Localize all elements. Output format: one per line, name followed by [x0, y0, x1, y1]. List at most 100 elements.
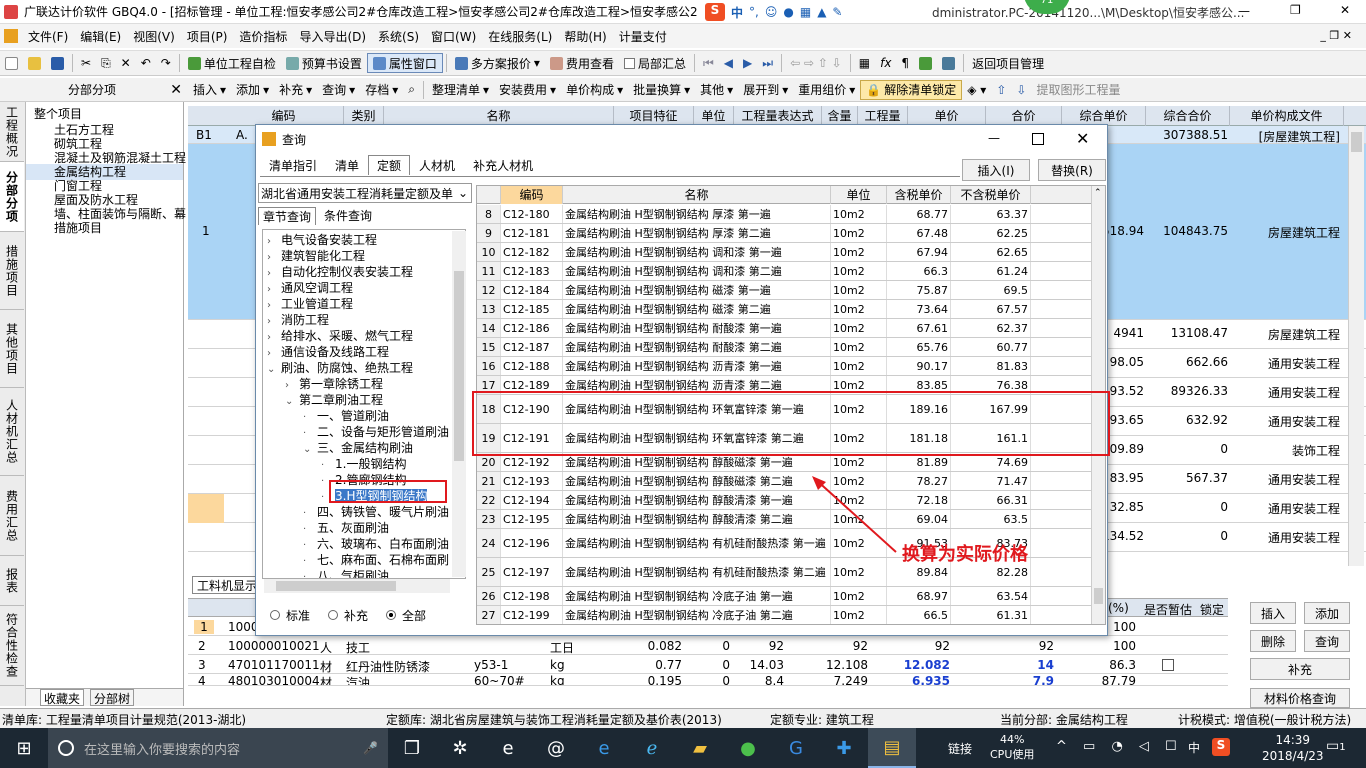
tree-root[interactable]: 整个项目: [26, 106, 183, 122]
tree-node[interactable]: › 通风空调工程: [263, 280, 465, 296]
cut-icon[interactable]: ✂: [76, 53, 96, 73]
col-price-file[interactable]: 单价构成文件: [1230, 106, 1344, 126]
quota-row[interactable]: 18 C12-190 金属结构刷油 H型钢制钢结构 环氧富锌漆 第一遍 10m2 189…: [477, 395, 1097, 424]
tree-close-icon[interactable]: ✕: [170, 82, 182, 98]
quota-row[interactable]: 20 C12-192 金属结构刷油 H型钢制钢结构 醇酸磁漆 第一遍 10m2 81.8…: [477, 453, 1097, 472]
unlock-list-button[interactable]: 🔒 解除清单锁定: [860, 79, 963, 100]
close-icon[interactable]: ✕: [1340, 3, 1350, 17]
tab-labor-summary[interactable]: 人材机汇总: [0, 388, 24, 476]
lower-row[interactable]: 4 480103010004 材 汽油 60~70# kg 0.195 0 8.…: [188, 674, 1228, 686]
gbq-app-icon[interactable]: ▤: [868, 728, 916, 768]
tree-node[interactable]: · 六、玻璃布、白布面刷油: [263, 536, 465, 552]
tree-node[interactable]: ⌄ 第二章刷油工程: [263, 392, 465, 408]
col-type[interactable]: 类别: [344, 106, 384, 126]
menu-measure-pay[interactable]: 计量支付: [613, 28, 673, 45]
quota-row[interactable]: 11 C12-183 金属结构刷油 H型钢制钢结构 调和漆 第二遍 10m2 66.3 6…: [477, 262, 1097, 281]
budget-settings-button[interactable]: 预算书设置: [281, 53, 367, 73]
extract-quantity-button[interactable]: 提取图形工程量: [1031, 80, 1125, 100]
formula-icon[interactable]: fx: [875, 53, 896, 73]
query-menu[interactable]: 查询 ▾: [317, 80, 360, 100]
quota-row[interactable]: 23 C12-195 金属结构刷油 H型钢制钢结构 醇酸清漆 第二遍 10m2 69.0…: [477, 510, 1097, 529]
tab-labor-material[interactable]: 人材机: [410, 155, 464, 175]
tab-list[interactable]: 清单: [326, 155, 368, 175]
col-expr[interactable]: 工程量表达式: [734, 106, 822, 126]
tray-icons[interactable]: ^ ▭ ◔ ◁ ☐: [1056, 739, 1183, 754]
fee-view-button[interactable]: 费用查看: [545, 53, 619, 73]
tree-node[interactable]: · 2.管廊钢结构: [263, 472, 465, 488]
menu-import-export[interactable]: 导入导出(D): [293, 28, 372, 45]
mic-icon[interactable]: 🎤: [363, 741, 378, 755]
menu-view[interactable]: 视图(V): [127, 28, 181, 45]
dialog-maximize-icon[interactable]: [1032, 133, 1044, 145]
tree-node[interactable]: · 八、气柜刷油: [263, 568, 465, 578]
fan-icon[interactable]: ✲: [436, 728, 484, 768]
menu-edit[interactable]: 编辑(E): [74, 28, 127, 45]
tree-node[interactable]: › 工业管道工程: [263, 296, 465, 312]
menu-window[interactable]: 窗口(W): [425, 28, 482, 45]
ime-lang[interactable]: 中: [731, 4, 743, 21]
tab-measures[interactable]: 措施项目: [0, 232, 24, 310]
lower-tab[interactable]: 工料机显示: [192, 576, 263, 594]
lower-query-button[interactable]: 查询: [1304, 630, 1350, 652]
tree-node[interactable]: · 五、灰面刷油: [263, 520, 465, 536]
back-project-button[interactable]: 返回项目管理: [967, 53, 1049, 73]
dialog-replace-button[interactable]: 替换(R): [1038, 159, 1106, 181]
tree-vscroll[interactable]: [452, 231, 466, 577]
nav-next-icon[interactable]: ▶: [738, 53, 757, 73]
expand-to-menu[interactable]: 展开到 ▾: [738, 80, 793, 100]
new-icon[interactable]: [0, 53, 23, 73]
emoji-icon[interactable]: ☺: [765, 5, 778, 19]
col-code[interactable]: 编码: [224, 106, 344, 126]
tray-sogou-icon[interactable]: S: [1212, 738, 1230, 756]
col-unit-price[interactable]: 单价: [908, 106, 986, 126]
radio-supplement[interactable]: 补充: [328, 607, 368, 624]
col-comp-price[interactable]: 综合单价: [1062, 106, 1146, 126]
tree-node[interactable]: › 自动化控制仪表安装工程: [263, 264, 465, 280]
quota-row[interactable]: 22 C12-194 金属结构刷油 H型钢制钢结构 醇酸清漆 第一遍 10m2 72.1…: [477, 491, 1097, 510]
quota-row[interactable]: 19 C12-191 金属结构刷油 H型钢制钢结构 环氧富锌漆 第二遍 10m2 181…: [477, 424, 1097, 453]
section-tree-tab[interactable]: 分部树: [90, 689, 135, 706]
col-feature[interactable]: 项目特征: [614, 106, 694, 126]
tab-supplement-lm[interactable]: 补充人材机: [464, 155, 542, 175]
restore-icon[interactable]: ❐: [1290, 3, 1301, 17]
tab-quota[interactable]: 定额: [368, 155, 411, 175]
ie-icon[interactable]: ℯ: [628, 728, 676, 768]
supplement-menu[interactable]: 补充 ▾: [274, 80, 317, 100]
minimize-icon[interactable]: —: [1238, 4, 1250, 18]
archive-menu[interactable]: 存档 ▾: [360, 80, 403, 100]
tree-node[interactable]: · 1.一般钢结构: [263, 456, 465, 472]
organize-list-menu[interactable]: 整理清单 ▾: [427, 80, 494, 100]
radio-all[interactable]: 全部: [386, 607, 426, 624]
lower-supplement-button[interactable]: 补充: [1250, 658, 1350, 680]
delete-icon[interactable]: ✕: [116, 53, 136, 73]
col-comp-total[interactable]: 综合合价: [1146, 106, 1230, 126]
col-quantity[interactable]: 工程量: [858, 106, 908, 126]
chevron-down-icon[interactable]: ⌄: [285, 394, 299, 410]
multi-plan-button[interactable]: 多方案报价 ▾: [450, 53, 545, 73]
nav-first-icon[interactable]: ⏮: [698, 53, 719, 73]
install-fee-menu[interactable]: 安装费用 ▾: [494, 80, 561, 100]
unit-composition-menu[interactable]: 单价构成 ▾: [561, 80, 628, 100]
ie-edge-icon[interactable]: e: [580, 728, 628, 768]
menu-file[interactable]: 文件(F): [22, 28, 74, 45]
notification-icon[interactable]: ▭1: [1326, 738, 1346, 754]
menu-online[interactable]: 在线服务(L): [482, 28, 558, 45]
lower-delete-button[interactable]: 删除: [1250, 630, 1296, 652]
move-down-icon[interactable]: ⇩: [1011, 80, 1031, 100]
add-menu[interactable]: 添加 ▾: [231, 80, 274, 100]
partial-summary-check[interactable]: 局部汇总: [619, 53, 691, 73]
self-check-button[interactable]: 单位工程自检: [183, 53, 281, 73]
tab-list-guide[interactable]: 清单指引: [260, 155, 326, 175]
table-vscroll[interactable]: ⌃: [1091, 186, 1105, 624]
col-name[interactable]: 名称: [384, 106, 614, 126]
tab-reports[interactable]: 报表: [0, 556, 24, 606]
nav-prev-icon[interactable]: ◀: [719, 53, 738, 73]
col-total[interactable]: 合价: [986, 106, 1062, 126]
condition-query-tab[interactable]: 条件查询: [320, 207, 376, 225]
dialog-close-icon[interactable]: ✕: [1076, 129, 1089, 148]
tree-node[interactable]: · 四、铸铁管、暖气片刷油: [263, 504, 465, 520]
mdi-controls[interactable]: _ ❐ ✕: [1314, 29, 1358, 42]
reuse-price-menu[interactable]: 重用组价 ▾: [793, 80, 860, 100]
paragraph-icon[interactable]: ¶: [896, 53, 914, 73]
grid-scrollbar[interactable]: [1348, 126, 1364, 566]
